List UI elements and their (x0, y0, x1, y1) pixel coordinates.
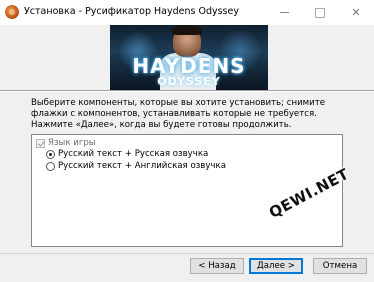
window-title: Установка - Русификатор Haydens Odyssey (24, 6, 239, 17)
instructions-text: Выберите компоненты, которые вы хотите у… (31, 98, 326, 130)
radio-selected-icon[interactable] (46, 149, 55, 159)
radio-unselected-icon[interactable] (46, 161, 55, 171)
component-option-label: Русский текст + Русская озвучка (58, 149, 209, 159)
checkbox-icon (36, 138, 45, 148)
maximize-button[interactable] (302, 0, 338, 25)
back-button[interactable]: < Назад (190, 258, 244, 274)
minimize-button[interactable] (266, 0, 302, 25)
banner-character-hair (172, 25, 202, 35)
game-banner-image: HAYDENS ODYSSEY (110, 25, 268, 90)
component-group-label: Язык игры (48, 138, 96, 148)
close-button[interactable]: ✕ (338, 0, 374, 25)
component-option-ru-voice[interactable]: Русский текст + Русская озвучка (46, 149, 208, 159)
app-icon (5, 5, 19, 19)
close-icon: ✕ (351, 6, 361, 19)
maximize-icon (315, 7, 325, 18)
banner-logo-line2: ODYSSEY (157, 75, 221, 88)
component-group-language: Язык игры (36, 138, 96, 148)
installer-window: Установка - Русификатор Haydens Odyssey … (0, 0, 374, 282)
component-option-en-voice[interactable]: Русский текст + Английская озвучка (46, 161, 226, 171)
footer-divider (0, 253, 374, 254)
component-option-label: Русский текст + Английская озвучка (58, 161, 226, 171)
next-button[interactable]: Далее > (249, 258, 303, 274)
minimize-icon (279, 12, 289, 13)
title-bar: Установка - Русификатор Haydens Odyssey … (0, 0, 374, 25)
header-divider-highlight (0, 91, 374, 92)
cancel-button[interactable]: Отмена (313, 258, 367, 274)
